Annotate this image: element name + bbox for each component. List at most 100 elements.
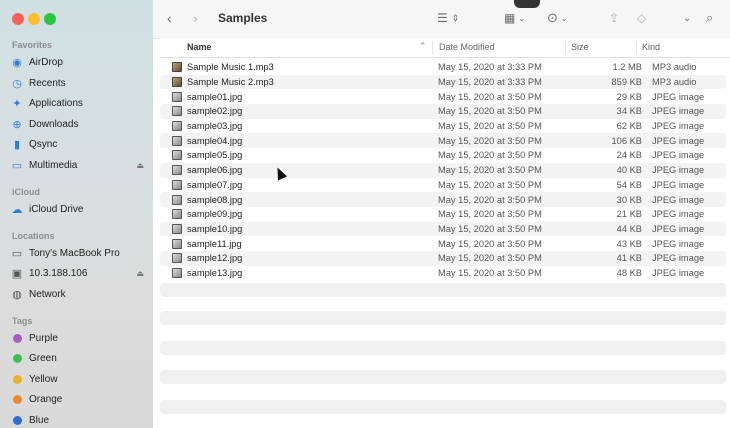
file-kind: JPEG image	[652, 209, 705, 220]
table-row[interactable]: sample08.jpg May 15, 2020 at 3:50 PM 30 KB…	[160, 192, 726, 207]
sidebar-item-multimedia[interactable]: ▭ Multimedia ⏏	[10, 156, 148, 174]
table-row[interactable]: sample02.jpg May 15, 2020 at 3:50 PM 34 KB…	[160, 104, 726, 119]
clock-icon: ◷	[12, 77, 22, 90]
file-size: 106 KB	[611, 135, 643, 146]
file-name: sample01.jpg	[187, 91, 243, 102]
table-row[interactable]: sample09.jpg May 15, 2020 at 3:50 PM 21 KB…	[160, 207, 726, 222]
minimize-window-button[interactable]	[28, 13, 40, 25]
file-kind: JPEG image	[652, 150, 705, 161]
download-icon: ⊕	[12, 118, 22, 131]
image-file-icon	[172, 106, 182, 117]
empty-row	[160, 400, 726, 414]
size-column-header[interactable]: Size	[571, 42, 589, 52]
file-name: sample04.jpg	[187, 135, 243, 146]
file-size: 43 KB	[616, 238, 642, 249]
file-date: May 15, 2020 at 3:50 PM	[438, 209, 542, 220]
table-row[interactable]: Sample Music 2.mp3 May 15, 2020 at 3:33 P…	[160, 74, 726, 90]
file-date: May 15, 2020 at 3:50 PM	[438, 165, 542, 176]
sidebar-item-qsync[interactable]: ▮ Qsync	[10, 135, 148, 153]
group-button[interactable]: ▦ ⌄	[504, 8, 525, 28]
sidebar-item-label: Green	[29, 352, 57, 364]
file-kind: JPEG image	[652, 121, 705, 132]
sidebar-item-macbook[interactable]: ▭ Tony's MacBook Pro	[10, 244, 148, 262]
table-row[interactable]: sample03.jpg May 15, 2020 at 3:50 PM 62 KB…	[160, 119, 726, 134]
table-row[interactable]: sample12.jpg May 15, 2020 at 3:50 PM 41 KB…	[160, 250, 726, 266]
sidebar-item-label: Recents	[29, 77, 66, 89]
sidebar-item-downloads[interactable]: ⊕ Downloads	[10, 115, 148, 133]
airdrop-icon: ◉	[12, 56, 22, 69]
more-button[interactable]: ⌄	[683, 8, 691, 28]
tag-button[interactable]: ◇	[637, 8, 646, 28]
sidebar-item-server[interactable]: ▣ 10.3.188.106 ⏏	[10, 264, 148, 282]
sidebar: Favorites ◉ AirDrop ◷ Recents ✦ Application…	[0, 0, 153, 428]
file-name: sample13.jpg	[187, 267, 243, 278]
sidebar-item-label: Network	[29, 288, 66, 300]
sidebar-item-airdrop[interactable]: ◉ AirDrop	[10, 53, 148, 71]
eject-icon[interactable]: ⏏	[136, 161, 144, 170]
table-row[interactable]: sample04.jpg May 15, 2020 at 3:50 PM 106 K…	[160, 133, 726, 149]
table-row[interactable]: sample10.jpg May 15, 2020 at 3:50 PM 44 KB…	[160, 221, 726, 237]
close-window-button[interactable]	[12, 13, 24, 25]
file-kind: JPEG image	[652, 91, 705, 102]
image-file-icon	[172, 135, 182, 146]
chevron-left-icon: ‹	[167, 10, 172, 26]
table-row[interactable]: sample06.jpg May 15, 2020 at 3:50 PM 40 KB…	[160, 162, 726, 178]
file-name: Sample Music 2.mp3	[187, 77, 274, 88]
search-icon: ⌕	[706, 10, 714, 25]
sidebar-item-label: Yellow	[29, 373, 58, 385]
zoom-window-button[interactable]	[44, 13, 56, 25]
file-name: sample09.jpg	[187, 209, 243, 220]
sidebar-tag-yellow[interactable]: Yellow	[10, 370, 148, 388]
file-size: 54 KB	[616, 179, 642, 190]
back-button[interactable]: ‹	[167, 8, 172, 28]
table-row[interactable]: sample07.jpg May 15, 2020 at 3:50 PM 54 KB…	[160, 178, 726, 193]
sidebar-item-label: Multimedia	[29, 159, 78, 171]
tag-color-dot	[13, 394, 22, 404]
file-kind: JPEG image	[652, 253, 705, 264]
table-row[interactable]: Sample Music 1.mp3 May 15, 2020 at 3:33 P…	[160, 60, 726, 75]
file-date: May 15, 2020 at 3:50 PM	[438, 179, 542, 190]
date-column-header[interactable]: Date Modified	[439, 42, 495, 52]
share-button[interactable]: ⇪	[609, 8, 619, 28]
share-icon: ⇪	[609, 11, 620, 25]
sidebar-tag-green[interactable]: Green	[10, 349, 148, 367]
kind-column-header[interactable]: Kind	[642, 42, 660, 52]
table-row[interactable]: sample13.jpg May 15, 2020 at 3:50 PM 48 KB…	[160, 266, 726, 281]
column-divider	[565, 41, 566, 54]
search-button[interactable]: ⌕	[706, 8, 713, 28]
sidebar-item-applications[interactable]: ✦ Applications	[10, 94, 148, 112]
camera-notch	[514, 0, 540, 8]
favorites-section-label: Favorites	[12, 40, 53, 50]
forward-button[interactable]: ›	[193, 8, 198, 28]
image-file-icon	[172, 165, 182, 176]
sidebar-item-label: Blue	[29, 414, 50, 426]
sidebar-tag-blue[interactable]: Blue	[10, 411, 148, 428]
sidebar-tag-purple[interactable]: Purple	[10, 329, 148, 347]
file-size: 24 KB	[616, 150, 642, 161]
applications-icon: ✦	[12, 97, 22, 110]
file-name: sample08.jpg	[187, 194, 243, 205]
sidebar-item-recents[interactable]: ◷ Recents	[10, 74, 148, 92]
tag-color-dot	[13, 353, 22, 363]
file-size: 1.2 MB	[612, 62, 642, 73]
table-row[interactable]: sample05.jpg May 15, 2020 at 3:50 PM 24 KB…	[160, 148, 726, 163]
table-row[interactable]: sample11.jpg May 15, 2020 at 3:50 PM 43 KB…	[160, 236, 726, 251]
file-date: May 15, 2020 at 3:33 PM	[438, 77, 542, 88]
file-date: May 15, 2020 at 3:50 PM	[438, 106, 542, 117]
sidebar-item-network[interactable]: ◍ Network	[10, 285, 148, 303]
view-options-button[interactable]: ☰ ⇕	[437, 8, 459, 28]
name-column-header[interactable]: Name	[187, 42, 212, 52]
image-file-icon	[172, 150, 182, 161]
sidebar-item-label: Downloads	[29, 118, 79, 130]
file-kind: JPEG image	[652, 179, 705, 190]
file-date: May 15, 2020 at 3:50 PM	[438, 238, 542, 249]
file-kind: JPEG image	[652, 135, 705, 146]
eject-icon[interactable]: ⏏	[136, 269, 144, 278]
file-size: 34 KB	[616, 106, 642, 117]
sidebar-item-icloud-drive[interactable]: ☁ iCloud Drive	[10, 200, 148, 218]
empty-row	[160, 370, 726, 384]
sidebar-tag-orange[interactable]: Orange	[10, 390, 148, 408]
table-row[interactable]: sample01.jpg May 15, 2020 at 3:50 PM 29 KB…	[160, 89, 726, 104]
action-button[interactable]: ⊙ ⌄	[547, 8, 568, 28]
file-kind: JPEG image	[652, 267, 705, 278]
